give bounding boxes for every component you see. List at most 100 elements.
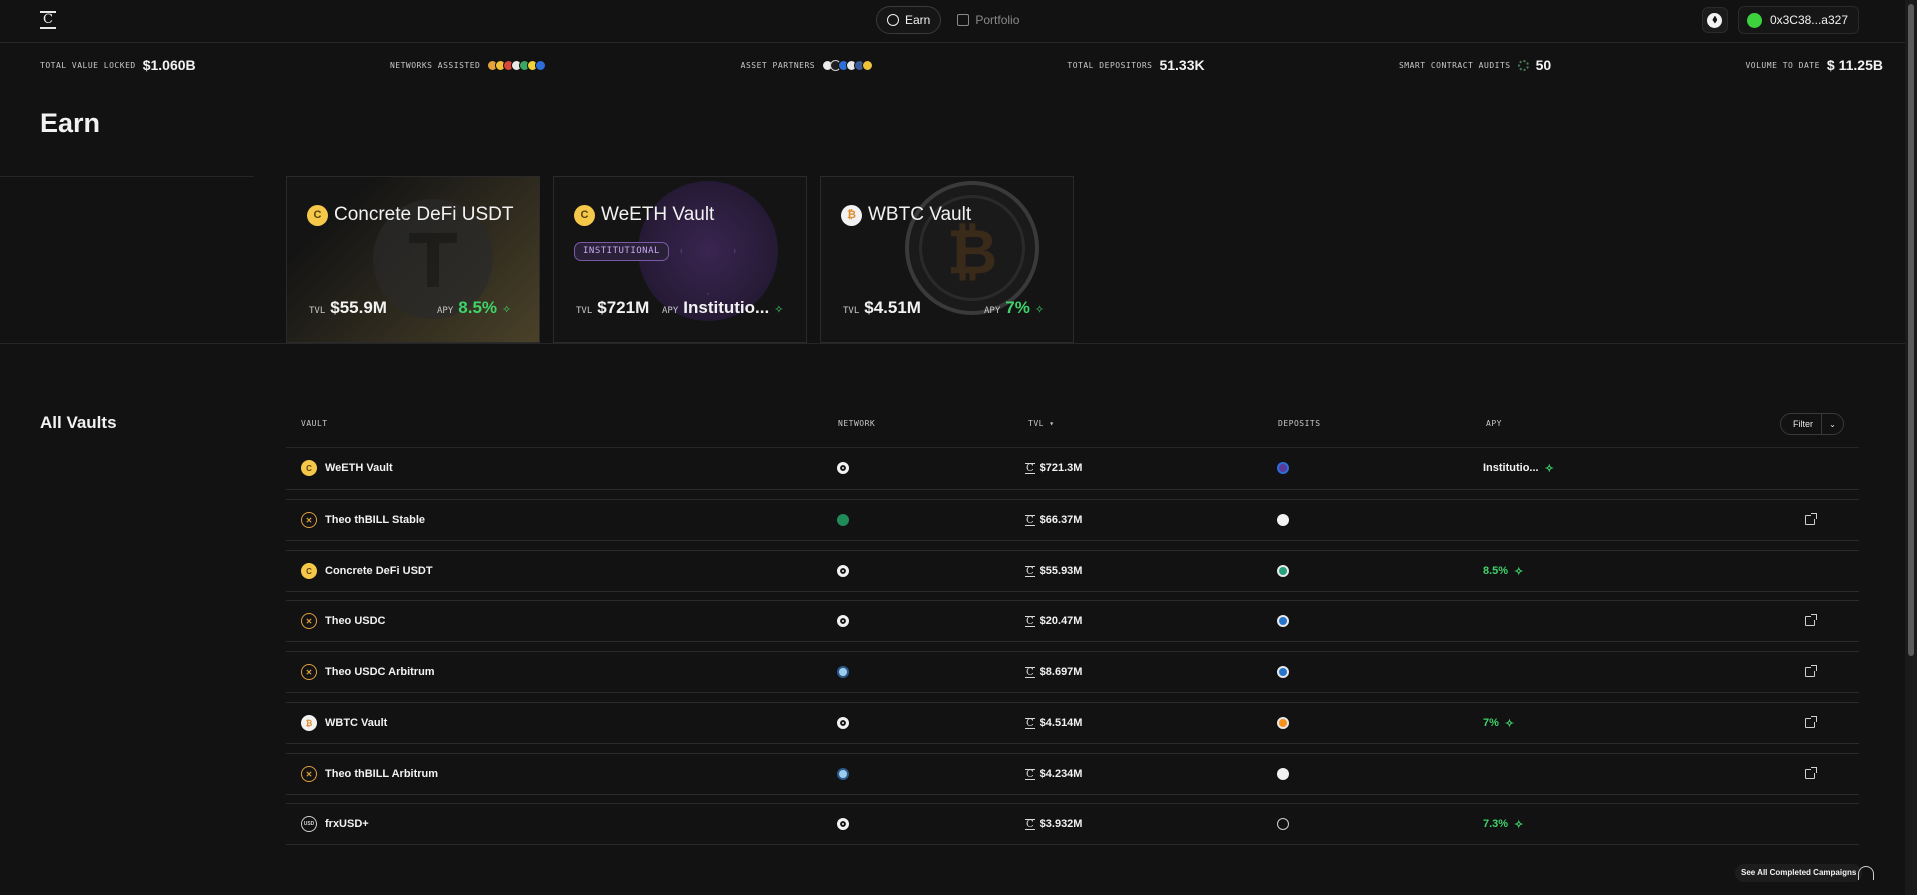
scrollbar-thumb[interactable] xyxy=(1908,4,1914,656)
support-headset-icon[interactable] xyxy=(1858,866,1874,880)
table-row[interactable]: ✕ Theo USDC C $20.47M xyxy=(286,600,1859,642)
ethereum-icon xyxy=(1707,12,1723,28)
deposits-cell xyxy=(1277,601,1289,641)
table-row[interactable]: USD frxUSD+ C $3.932M 7.3% ✧ xyxy=(286,803,1859,845)
card-title-text: Concrete DeFi USDT xyxy=(334,204,514,225)
wallet-address: 0x3C38...a327 xyxy=(1769,13,1848,27)
arbitrum-network-icon xyxy=(837,666,849,678)
card-apy: APY 7% ✧ xyxy=(984,298,1044,318)
theo-x-icon: ✕ xyxy=(301,766,317,782)
stat-label: ASSET PARTNERS xyxy=(740,60,816,70)
usdc-token-icon xyxy=(1277,615,1289,627)
tab-earn[interactable]: Earn xyxy=(876,6,942,34)
tvl-label: TVL xyxy=(843,306,860,316)
vault-name-cell: ₿ WBTC Vault xyxy=(301,703,387,743)
tvl-cell: C $3.932M xyxy=(1025,804,1082,844)
bitcoin-watermark-icon: ₿ xyxy=(905,181,1039,315)
wallet-button[interactable]: 0x3C38...a327 xyxy=(1737,6,1859,34)
apy-value: 7% xyxy=(1483,717,1499,729)
vault-name: Theo USDC xyxy=(325,615,386,627)
tvl-value: $4.51M xyxy=(864,298,921,317)
divider xyxy=(0,343,1917,344)
network-cell xyxy=(837,703,849,743)
external-link-cell[interactable] xyxy=(1805,754,1817,794)
external-link-cell[interactable] xyxy=(1805,652,1817,692)
apy-label: APY xyxy=(984,306,1001,316)
see-completed-campaigns-button[interactable]: See All Completed Campaigns xyxy=(1735,864,1863,882)
concrete-tvl-icon: C xyxy=(1025,514,1035,526)
divider xyxy=(0,176,254,177)
card-tvl: TVL $721M xyxy=(576,298,649,318)
tvl-cell: C $721.3M xyxy=(1025,448,1082,488)
vault-name: Theo USDC Arbitrum xyxy=(325,666,435,678)
column-header-network[interactable]: NETWORK xyxy=(838,419,875,428)
usdc-token-icon xyxy=(1277,666,1289,678)
tvl-cell: C $55.93M xyxy=(1025,551,1082,591)
featured-vault-card-weeth-vault[interactable]: C WeETH Vault INSTITUTIONAL TVL $721M AP… xyxy=(553,176,807,343)
featured-vault-card-wbtc-vault[interactable]: ₿ ₿ WBTC Vault TVL $4.51M APY 7% ✧ xyxy=(820,176,1074,343)
deposits-cell xyxy=(1277,804,1289,844)
network-cell xyxy=(837,448,849,488)
filter-dropdown[interactable]: Filter ⌄ xyxy=(1780,413,1844,435)
vault-name-cell: C WeETH Vault xyxy=(301,448,393,488)
network-icons[interactable] xyxy=(487,59,547,71)
table-row[interactable]: C WeETH Vault C $721.3M Institutio... ✧ xyxy=(286,448,1859,490)
frxusd-token-icon xyxy=(1277,818,1289,830)
column-header-deposits[interactable]: DEPOSITS xyxy=(1278,419,1321,428)
table-row[interactable]: ✕ Theo USDC Arbitrum C $8.697M xyxy=(286,651,1859,693)
apy-label: APY xyxy=(662,306,679,316)
ethereum-icon xyxy=(837,818,849,830)
external-link-icon[interactable] xyxy=(1805,513,1817,525)
apy-value: 8.5% xyxy=(1483,565,1509,577)
page-scrollbar[interactable] xyxy=(1905,0,1917,895)
table-row[interactable]: ✕ Theo thBILL Arbitrum C $4.234M xyxy=(286,753,1859,795)
sparkle-icon: ✧ xyxy=(502,304,512,316)
tvl-value: $8.697M xyxy=(1039,666,1083,678)
vault-name: Concrete DeFi USDT xyxy=(325,565,433,577)
ethereum-icon xyxy=(837,717,849,729)
portfolio-icon xyxy=(957,14,970,26)
tab-portfolio-label: Portfolio xyxy=(975,13,1020,27)
wbtc-coin-icon: ₿ xyxy=(841,204,862,226)
vault-name: Theo thBILL Arbitrum xyxy=(325,768,439,780)
external-link-icon[interactable] xyxy=(1805,767,1817,779)
column-header-tvl[interactable]: TVL ▾ xyxy=(1028,419,1055,428)
ethereum-icon xyxy=(837,615,849,627)
tvl-value: $4.234M xyxy=(1039,768,1083,780)
stat-value: $ 11.25B xyxy=(1826,57,1883,73)
tvl-value: $721M xyxy=(597,298,650,317)
vault-name: WBTC Vault xyxy=(325,717,388,729)
table-row[interactable]: ✕ Theo thBILL Stable C $66.37M xyxy=(286,499,1859,541)
sparkle-icon: ✧ xyxy=(1504,717,1515,730)
deposits-cell xyxy=(1277,551,1289,591)
network-cell xyxy=(837,601,849,641)
apy-value: 7.3% xyxy=(1483,818,1509,830)
card-apy: APY 8.5% ✧ xyxy=(437,298,511,318)
table-row[interactable]: ₿ WBTC Vault C $4.514M 7% ✧ xyxy=(286,702,1859,744)
concrete-tvl-icon: C xyxy=(1025,818,1035,830)
stat-label: SMART CONTRACT AUDITS xyxy=(1398,60,1511,70)
column-header-vault[interactable]: VAULT xyxy=(301,419,328,428)
sparkle-icon: ✧ xyxy=(1544,462,1554,475)
card-tvl: TVL $4.51M xyxy=(843,298,921,318)
external-link-cell[interactable] xyxy=(1805,601,1817,641)
apy-value: 8.5% xyxy=(458,298,498,317)
external-link-icon[interactable] xyxy=(1805,614,1817,626)
card-title-text: WBTC Vault xyxy=(868,204,972,225)
vault-name: frxUSD+ xyxy=(325,818,369,830)
external-link-icon[interactable] xyxy=(1805,665,1817,677)
asset-coin-icon xyxy=(862,59,874,71)
concrete-logo[interactable]: C xyxy=(40,11,56,29)
external-link-cell[interactable] xyxy=(1805,500,1817,540)
featured-vault-card-concrete-defi-usdt[interactable]: C Concrete DeFi USDT TVL $55.9M APY 8.5%… xyxy=(286,176,540,343)
external-link-icon[interactable] xyxy=(1805,716,1817,728)
stat-asset-partners: ASSET PARTNERS xyxy=(740,59,874,71)
table-row[interactable]: C Concrete DeFi USDT C $55.93M 8.5% ✧ xyxy=(286,550,1859,592)
wallet-avatar-icon xyxy=(1746,12,1762,28)
asset-partner-icons[interactable] xyxy=(822,59,874,71)
usdt-token-icon xyxy=(1277,565,1289,577)
column-header-apy[interactable]: APY xyxy=(1486,419,1502,428)
network-switcher-button[interactable] xyxy=(1701,7,1728,33)
external-link-cell[interactable] xyxy=(1805,703,1817,743)
tab-portfolio[interactable]: Portfolio xyxy=(947,6,1029,34)
